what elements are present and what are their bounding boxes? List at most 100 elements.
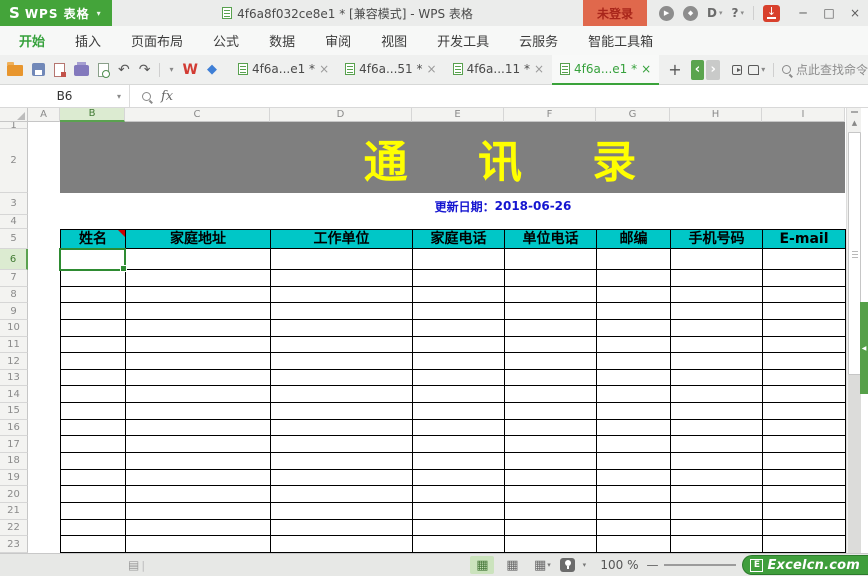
scrollbar-track[interactable] <box>848 375 861 553</box>
grid-cell[interactable] <box>61 386 126 403</box>
grid-cell[interactable] <box>671 286 763 303</box>
row-header-4[interactable]: 4 <box>0 215 28 229</box>
grid-cell[interactable] <box>671 419 763 436</box>
grid-cell[interactable] <box>505 336 597 353</box>
row-header-10[interactable]: 10 <box>0 319 28 337</box>
grid-cell[interactable] <box>671 369 763 386</box>
row-header-5[interactable]: 5 <box>0 229 28 249</box>
open-file-icon[interactable] <box>7 62 23 76</box>
column-header-a[interactable]: A <box>28 108 60 122</box>
row-header-7[interactable]: 7 <box>0 270 28 287</box>
column-header-i[interactable]: I <box>762 108 845 122</box>
grid-cell[interactable] <box>126 319 271 336</box>
grid-cell[interactable] <box>61 453 126 469</box>
grid-cell[interactable] <box>271 336 413 353</box>
grid-cell[interactable] <box>763 336 846 353</box>
grid-cell[interactable] <box>126 469 271 486</box>
grid-cell[interactable] <box>597 249 671 269</box>
grid-cell[interactable] <box>413 453 505 469</box>
grid-cell[interactable] <box>671 536 763 552</box>
grid-cell[interactable] <box>61 536 126 552</box>
vertical-scrollbar[interactable]: ▲ <box>846 108 861 553</box>
save-icon[interactable] <box>32 63 45 76</box>
grid-cell[interactable] <box>126 249 271 269</box>
grid-cell[interactable] <box>671 436 763 453</box>
grid-cell[interactable] <box>61 419 126 436</box>
grid-cell[interactable] <box>597 386 671 403</box>
menu-tab[interactable]: 智能工具箱 <box>573 26 668 55</box>
command-search[interactable]: 点此查找命令 <box>781 61 868 78</box>
document-tab[interactable]: 4f6a...e1 * × <box>230 55 337 85</box>
grid-cell[interactable] <box>271 303 413 319</box>
grid-cell[interactable] <box>763 519 846 536</box>
grid-cell[interactable] <box>271 419 413 436</box>
grid-cell[interactable] <box>763 286 846 303</box>
grid-cell[interactable] <box>671 303 763 319</box>
grid-cell[interactable] <box>763 386 846 403</box>
grid-cell[interactable] <box>61 303 126 319</box>
grid-cell[interactable] <box>271 369 413 386</box>
tab-close-icon[interactable]: × <box>641 63 651 75</box>
formula-input[interactable] <box>185 85 868 107</box>
grid-cell[interactable] <box>126 486 271 502</box>
grid-cell[interactable] <box>597 453 671 469</box>
grid-cell[interactable] <box>126 436 271 453</box>
share-icon[interactable]: ▾ <box>748 64 765 75</box>
grid-cell[interactable] <box>61 319 126 336</box>
row-header-21[interactable]: 21 <box>0 502 28 520</box>
row-header-12[interactable]: 12 <box>0 353 28 370</box>
column-header-b[interactable]: B <box>60 108 125 122</box>
grid-cell[interactable] <box>413 502 505 519</box>
grid-cell[interactable] <box>271 519 413 536</box>
grid-cell[interactable] <box>271 386 413 403</box>
grid-cell[interactable] <box>413 336 505 353</box>
column-header-e[interactable]: E <box>412 108 504 122</box>
split-handle[interactable] <box>851 111 858 113</box>
grid-cell[interactable] <box>597 419 671 436</box>
grid-cell[interactable] <box>597 303 671 319</box>
column-header-c[interactable]: C <box>125 108 270 122</box>
grid-cell[interactable] <box>763 249 846 269</box>
grid-cell[interactable] <box>61 519 126 536</box>
grid-cell[interactable] <box>763 369 846 386</box>
login-button[interactable]: 未登录 <box>583 0 648 26</box>
close-button[interactable]: × <box>842 0 868 26</box>
grid-cell[interactable] <box>413 519 505 536</box>
grid-cell[interactable] <box>505 249 597 269</box>
grid-cell[interactable] <box>413 386 505 403</box>
page-layout-view-button[interactable]: ▦ <box>500 556 524 574</box>
grid-cell[interactable] <box>126 419 271 436</box>
toolbar-more-icon[interactable]: ▾ <box>169 65 173 74</box>
new-tab-button[interactable]: + <box>659 60 690 79</box>
grid-cell[interactable] <box>763 436 846 453</box>
grid-cell[interactable] <box>597 286 671 303</box>
grid-cell[interactable] <box>413 286 505 303</box>
menu-tab[interactable]: 数据 <box>254 26 310 55</box>
row-header-17[interactable]: 17 <box>0 436 28 454</box>
grid-cell[interactable] <box>505 536 597 552</box>
grid-cell[interactable] <box>763 486 846 502</box>
grid-cell[interactable] <box>61 336 126 353</box>
grid-cell[interactable] <box>61 369 126 386</box>
grid-cell[interactable] <box>271 486 413 502</box>
grid-cell[interactable] <box>505 319 597 336</box>
grid-cell[interactable] <box>413 249 505 269</box>
column-header-f[interactable]: F <box>504 108 596 122</box>
grid-cell[interactable] <box>413 303 505 319</box>
grid-cell[interactable] <box>597 519 671 536</box>
grid-cell[interactable] <box>505 386 597 403</box>
grid-cell[interactable] <box>271 469 413 486</box>
document-tab[interactable]: 4f6a...11 * × <box>445 55 552 85</box>
grid-cell[interactable] <box>126 386 271 403</box>
grid-cell[interactable] <box>505 519 597 536</box>
scroll-up-icon[interactable]: ▲ <box>847 116 862 130</box>
side-panel-toggle[interactable]: ◀ <box>860 302 868 394</box>
export-pdf-icon[interactable] <box>54 62 66 77</box>
row-header-2[interactable]: 2 <box>0 129 28 193</box>
grid-cell[interactable] <box>505 436 597 453</box>
grid-cell[interactable] <box>597 403 671 419</box>
grid-cell[interactable] <box>413 270 505 286</box>
grid-cell[interactable] <box>671 519 763 536</box>
grid-cell[interactable] <box>413 319 505 336</box>
grid-cell[interactable] <box>671 319 763 336</box>
